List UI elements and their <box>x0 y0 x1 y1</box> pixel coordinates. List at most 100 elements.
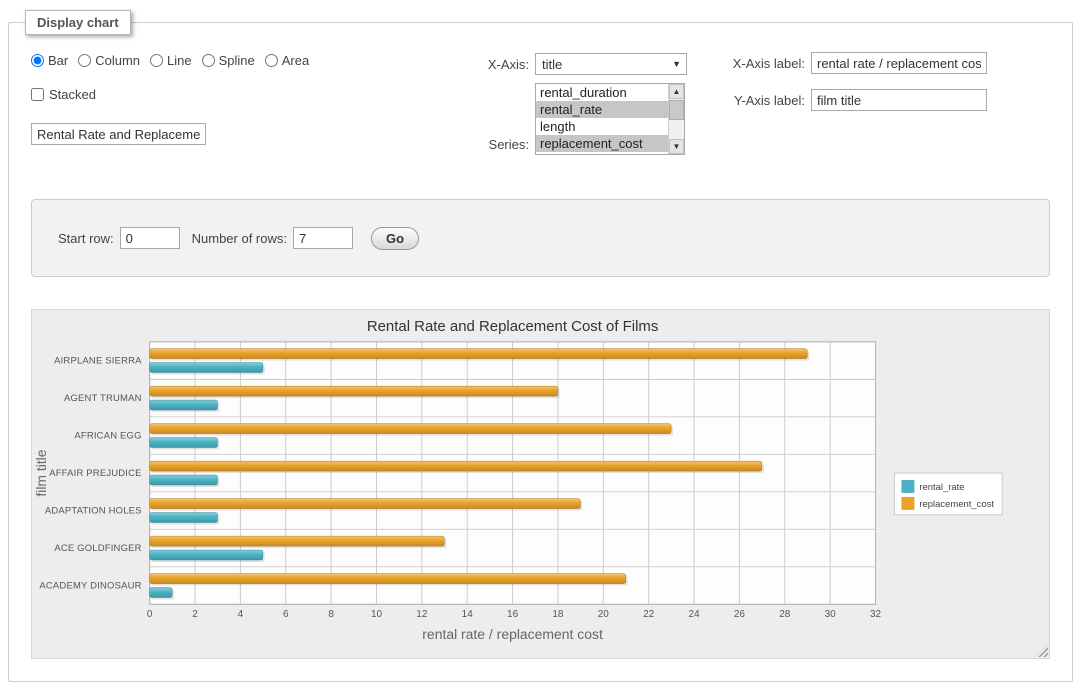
x-tick-label: 10 <box>371 609 383 620</box>
x-axis-selected-value: title <box>542 57 562 72</box>
legend-swatch-rental_rate <box>901 480 914 493</box>
chart-svg: 02468101214161820222426283032AIRPLANE SI… <box>32 310 1049 658</box>
stacked-checkbox[interactable] <box>31 88 44 101</box>
stacked-checkbox-row[interactable]: Stacked <box>31 87 96 102</box>
chart-legend: rental_rate replacement_cost <box>894 473 1002 515</box>
series-listbox[interactable]: rental_durationrental_ratelengthreplacem… <box>535 83 685 155</box>
bar-replacement_cost <box>150 386 558 396</box>
radio-label: Spline <box>219 53 255 68</box>
chart-type-spline[interactable]: Spline <box>202 53 255 68</box>
category-label: ACE GOLDFINGER <box>54 543 141 554</box>
x-tick-label: 32 <box>870 609 882 620</box>
number-of-rows-input[interactable] <box>293 227 353 249</box>
y-axis-title: film title <box>33 449 49 496</box>
x-axis-label-input[interactable] <box>811 52 987 74</box>
series-row: Series: rental_durationrental_ratelength… <box>445 83 685 155</box>
go-button[interactable]: Go <box>371 227 419 250</box>
x-tick-label: 8 <box>328 609 334 620</box>
bar-replacement_cost <box>150 574 626 584</box>
radio-area[interactable] <box>265 54 278 67</box>
legend-swatch-replacement_cost <box>901 497 914 510</box>
x-axis-label-row: X-Axis label: <box>709 52 987 74</box>
bar-rental_rate <box>150 475 218 485</box>
category-label: ADAPTATION HOLES <box>45 506 142 517</box>
radio-label: Bar <box>48 53 68 68</box>
x-tick-label: 14 <box>462 609 474 620</box>
x-tick-label: 4 <box>238 609 244 620</box>
bar-rental_rate <box>150 438 218 448</box>
category-label: ACADEMY DINOSAUR <box>39 581 141 592</box>
x-tick-label: 24 <box>689 609 701 620</box>
bar-rental_rate <box>150 513 218 523</box>
category-label: AGENT TRUMAN <box>64 393 142 404</box>
category-label: AFRICAN EGG <box>74 431 141 442</box>
series-option-rental_rate[interactable]: rental_rate <box>536 101 668 118</box>
legend-label-rental_rate: rental_rate <box>919 482 964 493</box>
legend-label-replacement_cost: replacement_cost <box>919 499 994 510</box>
chart-type-column[interactable]: Column <box>78 53 140 68</box>
x-tick-label: 26 <box>734 609 746 620</box>
chart-type-area[interactable]: Area <box>265 53 309 68</box>
x-tick-label: 6 <box>283 609 289 620</box>
x-tick-label: 18 <box>552 609 564 620</box>
scroll-thumb[interactable] <box>669 100 684 120</box>
stacked-label: Stacked <box>49 87 96 102</box>
radio-spline[interactable] <box>202 54 215 67</box>
x-tick-label: 12 <box>416 609 428 620</box>
radio-label: Column <box>95 53 140 68</box>
bar-replacement_cost <box>150 349 808 359</box>
chart-type-bar[interactable]: Bar <box>31 53 68 68</box>
display-chart-panel: Display chart Bar Column Line Spline Area St… <box>8 10 1073 682</box>
chart-container: 02468101214161820222426283032AIRPLANE SI… <box>31 309 1050 659</box>
scroll-up-icon[interactable]: ▲ <box>669 84 684 99</box>
series-option-rental_duration[interactable]: rental_duration <box>536 84 668 101</box>
bar-replacement_cost <box>150 536 445 546</box>
radio-bar[interactable] <box>31 54 44 67</box>
start-row-label: Start row: <box>58 231 114 246</box>
radio-column[interactable] <box>78 54 91 67</box>
x-tick-label: 30 <box>825 609 837 620</box>
scroll-down-icon[interactable]: ▼ <box>669 139 684 154</box>
radio-label: Area <box>282 53 309 68</box>
x-tick-label: 0 <box>147 609 153 620</box>
radio-line[interactable] <box>150 54 163 67</box>
series-option-length[interactable]: length <box>536 118 668 135</box>
bar-rental_rate <box>150 588 172 598</box>
chart-title: Rental Rate and Replacement Cost of Film… <box>367 318 659 335</box>
x-tick-label: 16 <box>507 609 519 620</box>
bar-rental_rate <box>150 550 263 560</box>
chart-title-input[interactable] <box>31 123 206 145</box>
bar-replacement_cost <box>150 424 671 434</box>
series-field-label: Series: <box>445 137 529 152</box>
panel-legend: Display chart <box>25 10 131 35</box>
chart-type-radios: Bar Column Line Spline Area <box>31 53 319 68</box>
y-axis-label-input[interactable] <box>811 89 987 111</box>
x-axis-select[interactable]: title ▼ <box>535 53 687 75</box>
radio-label: Line <box>167 53 192 68</box>
x-tick-label: 28 <box>779 609 791 620</box>
category-label: AIRPLANE SIERRA <box>54 356 142 367</box>
chart-type-line[interactable]: Line <box>150 53 192 68</box>
bar-replacement_cost <box>150 461 762 471</box>
series-scrollbar[interactable]: ▲ ▼ <box>668 84 684 154</box>
x-tick-label: 22 <box>643 609 655 620</box>
x-tick-label: 20 <box>598 609 610 620</box>
number-of-rows-label: Number of rows: <box>192 231 287 246</box>
series-option-replacement_cost[interactable]: replacement_cost <box>536 135 668 152</box>
scroll-track[interactable] <box>669 99 684 139</box>
x-axis-row: X-Axis: title ▼ <box>445 53 687 75</box>
y-axis-label-row: Y-Axis label: <box>709 89 987 111</box>
x-axis-label-field-label: X-Axis label: <box>709 56 805 71</box>
start-row-input[interactable] <box>120 227 180 249</box>
bar-replacement_cost <box>150 499 581 509</box>
x-tick-label: 2 <box>192 609 198 620</box>
series-options: rental_durationrental_ratelengthreplacem… <box>536 84 668 154</box>
x-axis-title: rental rate / replacement cost <box>422 626 603 642</box>
category-label: AFFAIR PREJUDICE <box>49 468 141 479</box>
bar-rental_rate <box>150 400 218 410</box>
dropdown-arrow-icon: ▼ <box>672 59 681 69</box>
x-axis-field-label: X-Axis: <box>445 57 529 72</box>
y-axis-label-field-label: Y-Axis label: <box>709 93 805 108</box>
bar-rental_rate <box>150 363 263 373</box>
chart-settings-form: Bar Column Line Spline Area Stacked X-Axis: … <box>9 35 1072 183</box>
